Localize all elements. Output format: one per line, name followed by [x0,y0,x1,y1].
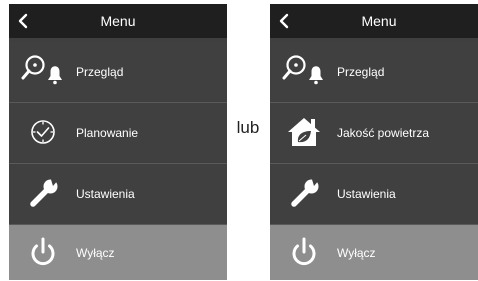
menu-item-label: Przegląd [76,65,124,79]
power-icon [282,235,326,271]
menu-panel-right: Menu Przegląd Jakość powietrza Ustawieni… [270,4,478,280]
menu-item-settings[interactable]: Ustawienia [9,164,227,223]
menu-item-label: Wyłącz [337,246,376,260]
menu-item-label: Ustawienia [337,187,396,201]
overview-search-bell-icon [21,53,65,89]
menu-item-power-off[interactable]: Wyłącz [270,225,478,280]
menu-title: Menu [361,13,397,29]
overview-search-bell-icon [282,53,326,89]
menu-item-scheduling[interactable]: Planowanie [9,103,227,162]
menu-item-label: Planowanie [76,126,139,140]
menu-item-power-off[interactable]: Wyłącz [9,225,227,280]
menu-header: Menu [9,4,227,38]
menu-item-label: Ustawienia [76,187,135,201]
clock-check-icon [21,114,65,150]
menu-title: Menu [100,13,136,29]
menu-item-label: Wyłącz [76,246,115,260]
power-icon [21,235,65,271]
menu-item-overview[interactable]: Przegląd [270,42,478,101]
wrench-icon [282,175,326,211]
menu-item-overview[interactable]: Przegląd [9,42,227,101]
wrench-icon [21,175,65,211]
menu-panel-left: Menu Przegląd Planowanie Ustawienia Wyłą… [9,4,227,280]
menu-item-air-quality[interactable]: Jakość powietrza [270,103,478,162]
menu-item-label: Przegląd [337,65,385,79]
menu-item-label: Jakość powietrza [337,126,430,140]
menu-item-settings[interactable]: Ustawienia [270,164,478,223]
house-leaf-icon [282,114,326,150]
menu-header: Menu [270,4,478,38]
connector-text: lub [236,118,260,137]
